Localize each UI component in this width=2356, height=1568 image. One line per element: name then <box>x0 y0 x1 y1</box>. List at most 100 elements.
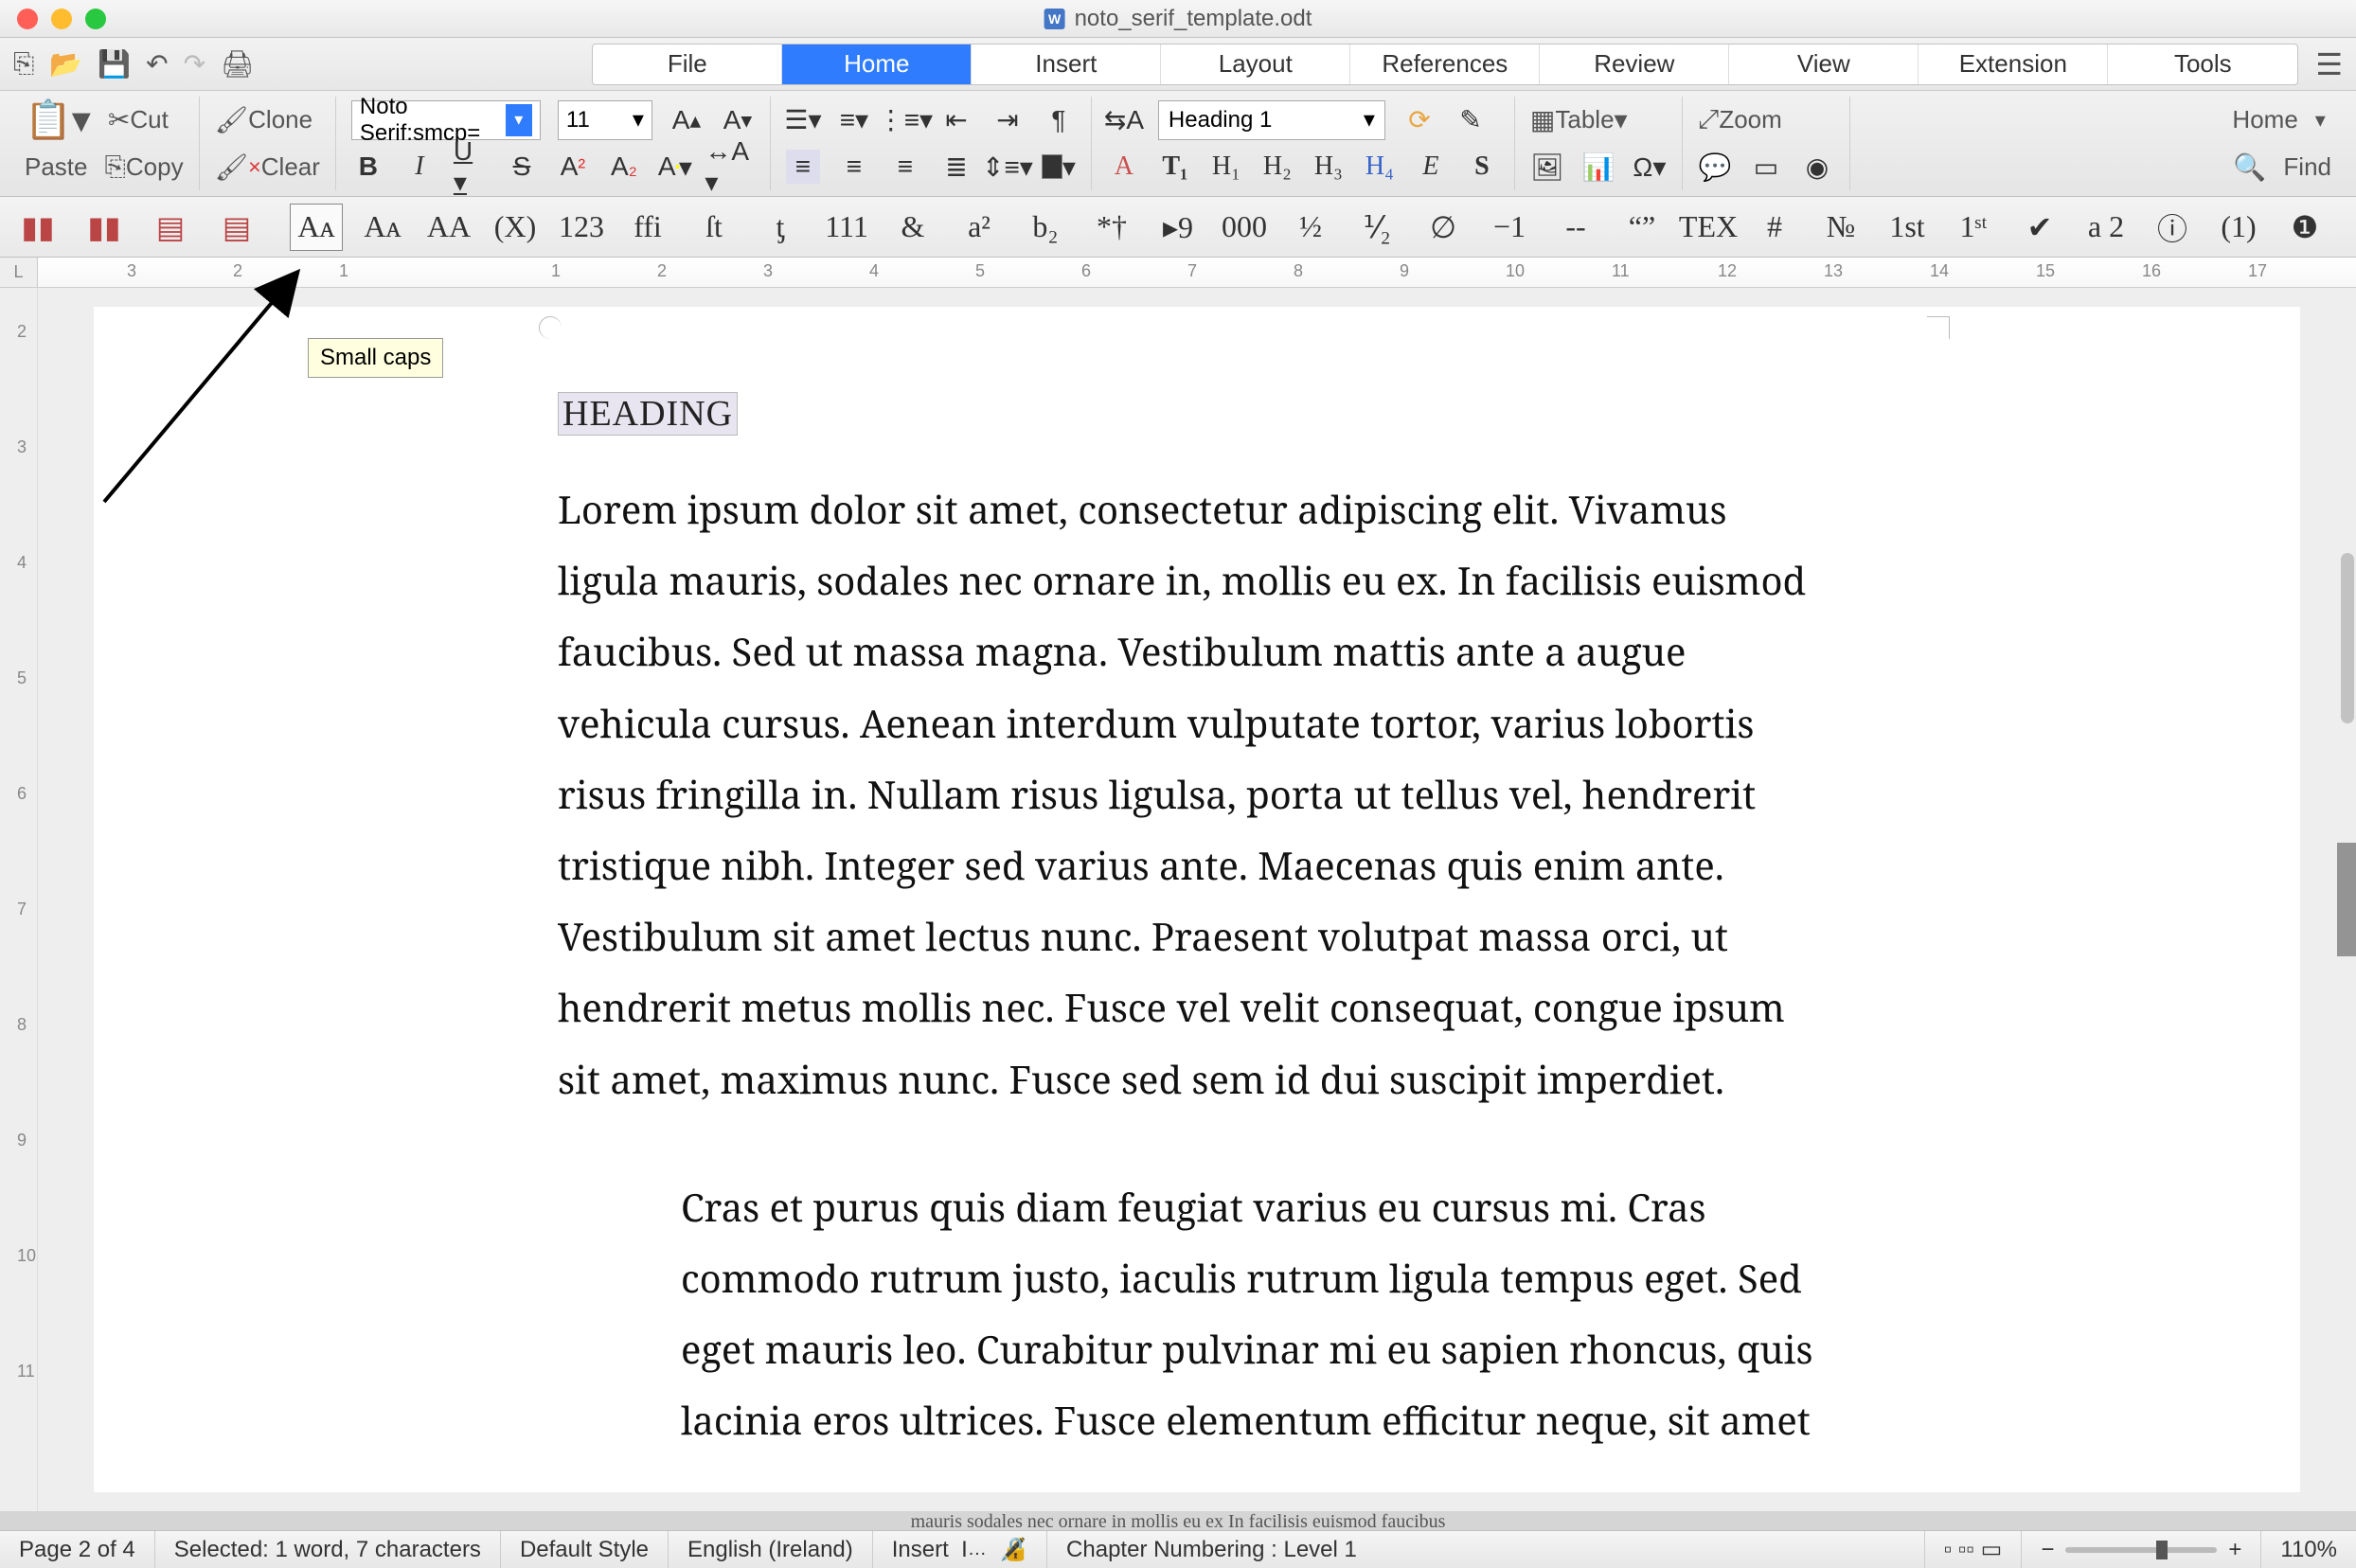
horizontal-ruler[interactable]: L 3211234567891011121314151617 <box>0 258 2356 288</box>
hamburger-menu-icon[interactable]: ☰ <box>2315 46 2343 82</box>
copy-icon[interactable]: ⎘ Copy <box>105 151 184 183</box>
tab-insert[interactable]: Insert <box>972 45 1161 84</box>
chevron-down-icon[interactable]: ▾ <box>633 106 644 134</box>
subscript-button[interactable]: A₂ <box>607 150 641 184</box>
typography-tool[interactable]: a 2 <box>2079 204 2133 251</box>
typography-tool[interactable]: # <box>1748 204 1801 251</box>
paragraph-style-combo[interactable]: Heading 1 ▾ <box>1158 100 1385 140</box>
font-size-combo[interactable]: 11 ▾ <box>558 100 652 140</box>
tab-view[interactable]: View <box>1729 45 1919 84</box>
close-window-button[interactable] <box>17 9 38 29</box>
find-label[interactable]: Find <box>2283 152 2331 182</box>
style-preview-icon[interactable]: ▤ <box>210 204 263 251</box>
typography-tool[interactable]: -- <box>1549 204 1602 251</box>
typography-tool[interactable]: № <box>1814 204 1867 251</box>
highlight-button[interactable]: A▾ <box>658 150 692 184</box>
typography-tool[interactable]: ½ <box>1284 204 1337 251</box>
zoom-slider[interactable] <box>2065 1547 2217 1553</box>
comment-icon[interactable]: 💬 <box>1698 150 1732 184</box>
open-icon[interactable]: 📂 <box>49 48 82 80</box>
chevron-down-icon[interactable]: ▾ <box>506 104 532 136</box>
outline-button[interactable]: ⋮≡▾ <box>888 103 922 137</box>
redo-icon[interactable]: ↷ <box>184 48 205 80</box>
superscript-button[interactable]: A² <box>556 150 590 184</box>
typography-tool[interactable]: Aᴀ <box>290 204 343 251</box>
edit-style-icon[interactable]: ✎ <box>1454 103 1488 137</box>
sidebar-toggle[interactable] <box>2337 843 2356 956</box>
tab-references[interactable]: References <box>1350 45 1540 84</box>
tab-tools[interactable]: Tools <box>2108 45 2297 84</box>
tab-extension[interactable]: Extension <box>1919 45 2108 84</box>
font-color-a-icon[interactable]: A <box>1107 150 1141 184</box>
new-doc-icon[interactable]: ⎘ <box>13 48 34 80</box>
tab-review[interactable]: Review <box>1540 45 1729 84</box>
typography-tool[interactable]: ❶ <box>2278 204 2331 251</box>
typography-tool[interactable]: (1) <box>2212 204 2265 251</box>
title-style-icon[interactable]: T₁ <box>1158 150 1192 184</box>
underline-button[interactable]: U ▾ <box>454 150 488 184</box>
body-paragraph-1[interactable]: Lorem ipsum dolor sit amet, consectetur … <box>558 473 1836 1114</box>
tab-home[interactable]: Home <box>782 45 972 84</box>
italic-button[interactable]: I <box>402 150 437 184</box>
heading-text[interactable]: HEADING <box>558 392 738 436</box>
headers-icon[interactable]: ▭ <box>1749 150 1783 184</box>
typography-tool[interactable]: *† <box>1085 204 1138 251</box>
zoom-button[interactable]: ⤢ Zoom <box>1698 104 1782 135</box>
typography-tool[interactable]: ⓘ <box>2345 204 2356 251</box>
minimize-window-button[interactable] <box>51 9 72 29</box>
body-paragraph-2[interactable]: Cras et purus quis diam feugiat varius e… <box>681 1171 1836 1456</box>
typography-tool[interactable]: b₂ <box>1019 204 1072 251</box>
insert-symbol-icon[interactable]: Ω▾ <box>1633 150 1667 184</box>
typography-tool[interactable]: & <box>886 204 939 251</box>
view-mode-icons[interactable]: ▫ ▫▫ ▭ <box>1925 1531 2023 1568</box>
typography-tool[interactable]: AA <box>422 204 475 251</box>
bold-button[interactable]: B <box>351 150 385 184</box>
status-style[interactable]: Default Style <box>501 1531 669 1568</box>
maximize-window-button[interactable] <box>85 9 106 29</box>
style-preview-icon[interactable]: ▮▮ <box>78 204 131 251</box>
typography-tool[interactable]: Aᴀ <box>356 204 409 251</box>
para-color-button[interactable]: ▾ <box>1042 150 1076 184</box>
home-dropdown[interactable]: Home <box>2232 105 2297 134</box>
align-left-button[interactable]: ≡ <box>786 150 820 184</box>
status-zoom[interactable]: 110% <box>2261 1531 2356 1568</box>
print-icon[interactable]: 🖨 <box>221 48 255 80</box>
align-right-button[interactable]: ≡ <box>888 150 922 184</box>
emphasis-style-icon[interactable]: E <box>1414 150 1448 184</box>
typography-tool[interactable]: 1ˢᵗ <box>1947 204 2000 251</box>
insert-chart-icon[interactable]: 📊 <box>1581 150 1615 184</box>
zoom-in-button[interactable]: + <box>2228 1537 2241 1563</box>
page[interactable]: HEADING Lorem ipsum dolor sit amet, cons… <box>94 307 2300 1492</box>
numbering-button[interactable]: ≡▾ <box>837 103 871 137</box>
zoom-out-button[interactable]: − <box>2041 1537 2054 1563</box>
formatting-marks-icon[interactable]: ¶ <box>1042 103 1076 137</box>
paste-icon[interactable]: 📋▾ <box>25 98 91 142</box>
typography-tool[interactable]: (X) <box>489 204 542 251</box>
justify-button[interactable]: ≣ <box>939 150 973 184</box>
typography-tool[interactable]: ∅ <box>1417 204 1470 251</box>
cut-icon[interactable]: ✂ Cut <box>108 104 169 135</box>
font-name-combo[interactable]: Noto Serif:smcp= ▾ <box>351 100 541 140</box>
bullets-button[interactable]: ☰▾ <box>786 103 820 137</box>
status-mode[interactable]: Insert I… 🔏 <box>873 1531 1047 1568</box>
char-spacing-button[interactable]: ↔A ▾ <box>709 150 743 184</box>
clone-icon[interactable]: 🖌 Clone <box>215 104 312 135</box>
strong-style-icon[interactable]: S <box>1465 150 1499 184</box>
clear-icon[interactable]: 🖌× Clear <box>215 151 320 183</box>
typography-tool[interactable]: ſt <box>687 204 741 251</box>
vertical-ruler[interactable]: 234567891011 <box>0 288 38 1511</box>
h1-style-icon[interactable]: H₁ <box>1209 150 1243 184</box>
align-center-button[interactable]: ≡ <box>837 150 871 184</box>
tab-layout[interactable]: Layout <box>1161 45 1350 84</box>
tab-file[interactable]: File <box>593 45 782 84</box>
style-preview-icon[interactable]: ▮▮ <box>11 204 64 251</box>
paste-label[interactable]: Paste <box>25 152 88 182</box>
typography-tool[interactable]: TEX <box>1682 204 1735 251</box>
update-style-icon[interactable]: ⟳ <box>1402 103 1437 137</box>
decrease-font-icon[interactable]: A▾ <box>721 103 755 137</box>
typography-tool[interactable]: 123 <box>555 204 608 251</box>
typography-tool[interactable]: ✔ <box>2013 204 2066 251</box>
text-direction-icon[interactable]: ⇆A <box>1107 103 1141 137</box>
typography-tool[interactable]: 000 <box>1218 204 1271 251</box>
status-page[interactable]: Page 2 of 4 <box>0 1531 155 1568</box>
